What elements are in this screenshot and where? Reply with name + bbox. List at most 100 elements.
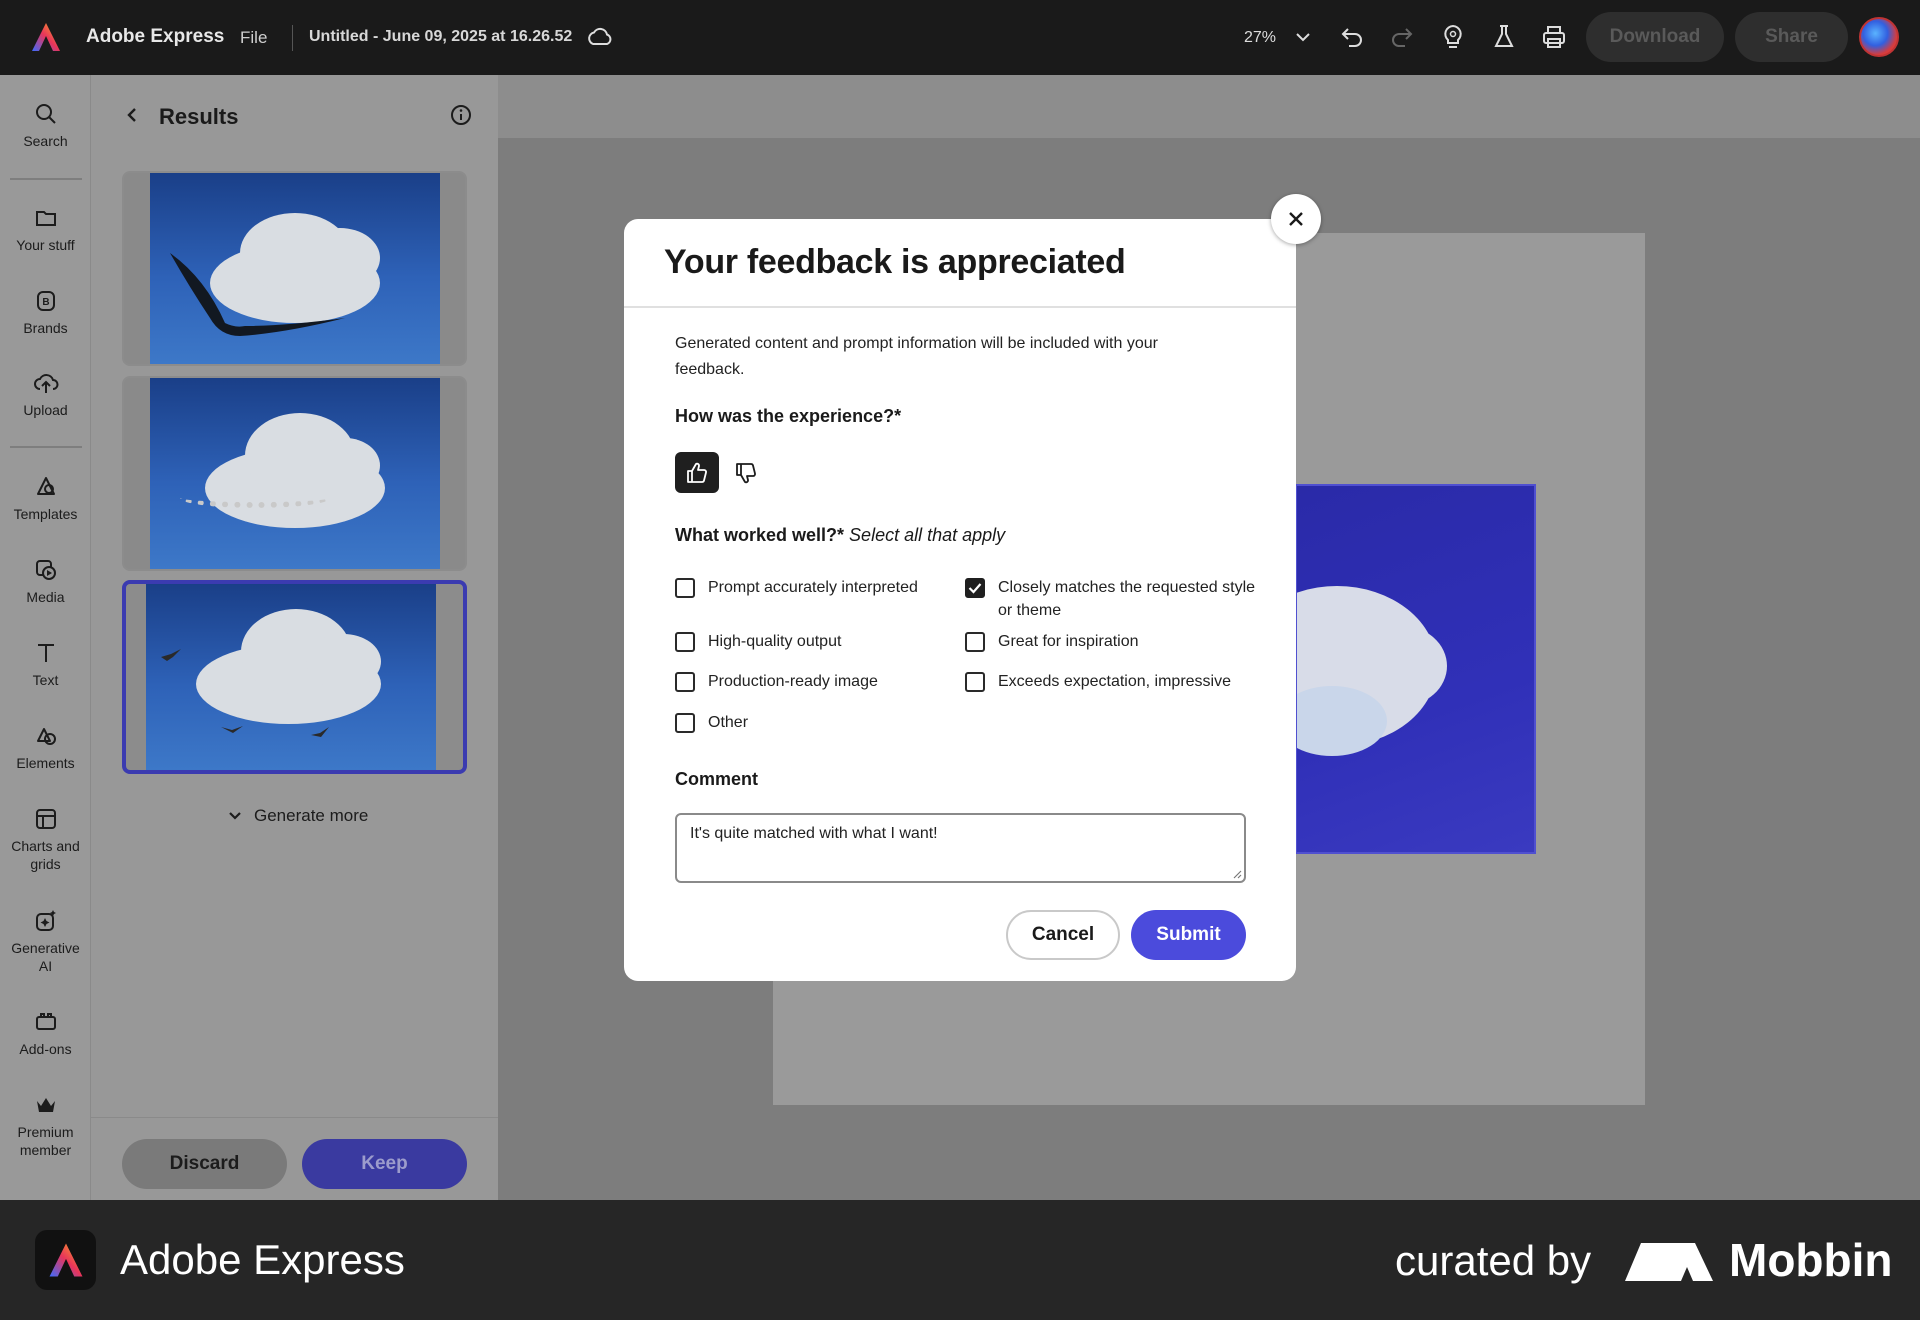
rail-item-charts[interactable]: Charts and grids bbox=[0, 807, 91, 873]
canvas-image[interactable] bbox=[1295, 484, 1536, 854]
cloud-icon[interactable] bbox=[586, 24, 614, 50]
flask-icon[interactable] bbox=[1489, 22, 1519, 52]
keep-button[interactable]: Keep bbox=[302, 1139, 467, 1189]
lightbulb-icon[interactable] bbox=[1438, 22, 1468, 52]
option-label: Prompt accurately interpreted bbox=[708, 579, 918, 596]
chevron-down-icon bbox=[229, 812, 241, 820]
charts-icon bbox=[35, 809, 56, 829]
checkbox[interactable] bbox=[675, 672, 695, 692]
download-button[interactable]: Download bbox=[1586, 12, 1724, 62]
close-button[interactable] bbox=[1271, 194, 1321, 244]
option-label: High-quality output bbox=[708, 633, 842, 650]
avatar[interactable] bbox=[1859, 17, 1899, 57]
footer-app-name: Adobe Express bbox=[120, 1236, 405, 1283]
resize-grip-icon[interactable] bbox=[1232, 869, 1242, 879]
share-button[interactable]: Share bbox=[1735, 12, 1848, 62]
add-ons-icon bbox=[35, 1013, 56, 1030]
generated-image bbox=[146, 584, 436, 770]
rail-item-search[interactable]: Search bbox=[0, 102, 91, 150]
option-high-quality-output[interactable]: High-quality output bbox=[675, 630, 945, 653]
divider bbox=[10, 446, 82, 448]
rail-item-brands[interactable]: B Brands bbox=[0, 289, 91, 337]
rail-item-elements[interactable]: Elements bbox=[0, 724, 91, 772]
option-exceeds-expectation[interactable]: Exceeds expectation, impressive bbox=[965, 670, 1265, 693]
divider bbox=[292, 25, 293, 51]
undo-icon[interactable] bbox=[1337, 22, 1367, 52]
result-thumbnail-3[interactable] bbox=[122, 580, 467, 774]
divider bbox=[10, 178, 82, 180]
rail-label: Charts and grids bbox=[11, 838, 80, 872]
rail-label: Your stuff bbox=[16, 237, 75, 253]
rail-item-add-ons[interactable]: Add-ons bbox=[0, 1010, 91, 1058]
option-label: Great for inspiration bbox=[998, 633, 1139, 650]
rail-label: Elements bbox=[16, 755, 75, 771]
svg-text:B: B bbox=[42, 297, 49, 308]
generate-more-button[interactable]: Generate more bbox=[228, 806, 368, 826]
checkbox[interactable] bbox=[965, 632, 985, 652]
document-title[interactable]: Untitled - June 09, 2025 at 16.26.52 bbox=[309, 28, 572, 46]
left-rail: Search Your stuff B Brands Upload Templa… bbox=[0, 75, 91, 1200]
rail-label: Templates bbox=[13, 506, 78, 522]
option-production-ready-image[interactable]: Production-ready image bbox=[675, 670, 945, 693]
adobe-express-logo-icon[interactable] bbox=[29, 20, 63, 54]
discard-button[interactable]: Discard bbox=[122, 1139, 287, 1189]
option-other[interactable]: Other bbox=[675, 711, 945, 734]
elements-icon bbox=[36, 728, 56, 745]
back-chevron-icon[interactable] bbox=[124, 105, 140, 125]
mobbin-mark-icon bbox=[1625, 1243, 1713, 1281]
close-icon bbox=[1289, 212, 1303, 226]
redo-icon[interactable] bbox=[1387, 22, 1417, 52]
checkbox[interactable] bbox=[675, 632, 695, 652]
option-label: Closely matches the requested style or t… bbox=[998, 579, 1256, 619]
option-label: Other bbox=[708, 714, 749, 731]
worked-well-label: What worked well?* bbox=[675, 525, 845, 545]
result-thumbnail-2[interactable] bbox=[122, 376, 467, 571]
rail-label: Generative AI bbox=[11, 940, 80, 974]
folder-icon bbox=[35, 211, 56, 226]
rail-item-your-stuff[interactable]: Your stuff bbox=[0, 206, 91, 254]
file-menu[interactable]: File bbox=[240, 28, 267, 48]
curated-by-label: curated by bbox=[1395, 1237, 1592, 1284]
option-great-for-inspiration[interactable]: Great for inspiration bbox=[965, 630, 1255, 653]
result-thumbnail-1[interactable] bbox=[122, 171, 467, 366]
rail-label: Brands bbox=[23, 320, 68, 336]
rail-item-generative-ai[interactable]: Generative AI bbox=[0, 909, 91, 975]
comment-field[interactable]: It's quite matched with what I want! bbox=[675, 813, 1246, 883]
print-icon[interactable] bbox=[1539, 22, 1569, 52]
rail-item-templates[interactable]: Templates bbox=[0, 475, 91, 523]
media-icon bbox=[35, 560, 56, 580]
submit-button[interactable]: Submit bbox=[1131, 910, 1246, 960]
zoom-level[interactable]: 27% bbox=[1244, 29, 1276, 47]
worked-well-question: What worked well?* Select all that apply bbox=[675, 525, 1005, 546]
rail-item-media[interactable]: Media bbox=[0, 558, 91, 606]
dialog-description: Generated content and prompt information… bbox=[675, 335, 1158, 378]
option-closely-matches-style[interactable]: Closely matches the requested style or t… bbox=[965, 576, 1255, 622]
thumbs-down-button[interactable] bbox=[728, 452, 764, 493]
rail-item-upload[interactable]: Upload bbox=[0, 371, 91, 419]
cancel-button[interactable]: Cancel bbox=[1006, 910, 1120, 960]
rail-item-premium[interactable]: Premium member bbox=[0, 1093, 91, 1159]
option-label: Production-ready image bbox=[708, 673, 878, 690]
worked-well-hint: Select all that apply bbox=[849, 525, 1006, 545]
rail-label: Media bbox=[26, 589, 65, 605]
rail-item-text[interactable]: Text bbox=[0, 641, 91, 689]
checkbox[interactable] bbox=[965, 672, 985, 692]
checkbox-checked[interactable] bbox=[965, 578, 985, 598]
chevron-down-icon[interactable] bbox=[1288, 22, 1318, 52]
app-window: Adobe Express File Untitled - June 09, 2… bbox=[0, 0, 1920, 1200]
dialog-title: Your feedback is appreciated bbox=[664, 243, 1126, 281]
thumbs-up-button[interactable] bbox=[675, 452, 719, 493]
generated-image bbox=[150, 378, 440, 569]
thumbs-up-icon bbox=[687, 462, 707, 483]
footer-banner: Adobe Express curated by Mobbin bbox=[0, 1200, 1920, 1320]
option-prompt-accurately-interpreted[interactable]: Prompt accurately interpreted bbox=[675, 576, 945, 599]
generative-ai-icon bbox=[35, 910, 56, 931]
checkbox[interactable] bbox=[675, 713, 695, 733]
rail-label: Search bbox=[23, 133, 68, 149]
rail-label: Add-ons bbox=[19, 1041, 72, 1057]
info-icon[interactable] bbox=[450, 104, 472, 126]
experience-question: How was the experience?* bbox=[675, 406, 902, 426]
thumbs-down-icon bbox=[736, 462, 756, 483]
checkbox[interactable] bbox=[675, 578, 695, 598]
divider bbox=[624, 306, 1296, 308]
